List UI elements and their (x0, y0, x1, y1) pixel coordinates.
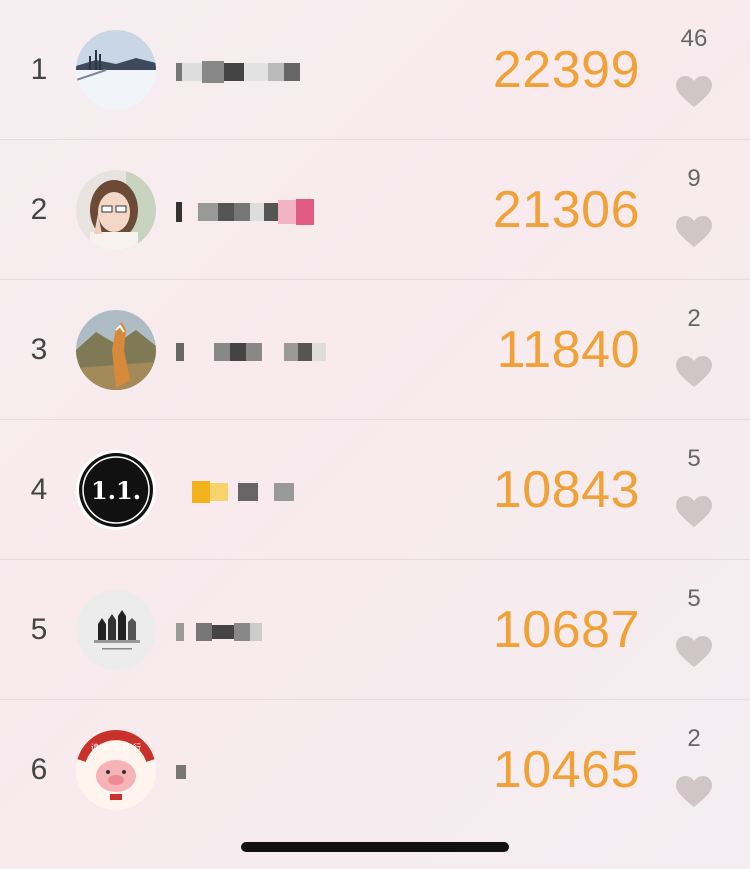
user-name-blurred (176, 614, 262, 650)
score-value: 10843 (492, 461, 640, 519)
list-item[interactable]: 5 10687 5 (0, 560, 750, 700)
avatar[interactable] (76, 590, 156, 670)
user-name-blurred (176, 334, 326, 370)
like-count: 5 (687, 585, 701, 612)
heart-icon[interactable] (676, 216, 712, 248)
avatar-banner-text: 读 事 喵 料 行 (91, 742, 141, 752)
heart-icon[interactable] (676, 496, 712, 528)
rank-number: 5 (30, 613, 48, 646)
score-value: 10687 (492, 601, 640, 659)
girl-selfie-avatar (76, 170, 156, 250)
like-count: 5 (687, 445, 701, 472)
rank-number: 3 (30, 333, 48, 366)
rank-number: 4 (30, 473, 48, 506)
heart-icon[interactable] (676, 76, 712, 108)
score-value: 21306 (492, 181, 640, 239)
avatar[interactable] (76, 310, 156, 390)
user-name-blurred (176, 54, 300, 90)
heart-icon[interactable] (676, 356, 712, 388)
rank-number: 2 (30, 193, 48, 226)
like-count: 46 (680, 25, 708, 52)
rank-number: 6 (30, 753, 48, 786)
avatar-logo-text: 1.1. (91, 476, 141, 505)
heart-icon[interactable] (676, 636, 712, 668)
avatar[interactable] (76, 170, 156, 250)
list-item[interactable]: 4 1.1. 10843 5 (0, 420, 750, 560)
user-name-blurred (176, 474, 294, 510)
score-value: 22399 (492, 41, 640, 99)
list-item[interactable]: 6 读 事 喵 料 行 10465 2 (0, 700, 750, 840)
like-count: 2 (687, 305, 701, 332)
user-name-blurred (176, 754, 186, 790)
heart-icon[interactable] (676, 776, 712, 808)
snow-landscape-avatar (76, 30, 156, 110)
like-count: 2 (687, 725, 701, 752)
score-value: 11840 (496, 321, 640, 379)
pig-cartoon-avatar: 读 事 喵 料 行 (76, 730, 156, 810)
avatar[interactable]: 读 事 喵 料 行 (76, 730, 156, 810)
user-name-blurred (176, 194, 314, 230)
cat-hills-avatar (76, 310, 156, 390)
list-item[interactable]: 3 11840 2 (0, 280, 750, 420)
1l-logo-avatar: 1.1. (76, 450, 156, 530)
chess-pieces-avatar (76, 590, 156, 670)
list-item[interactable]: 2 21306 9 (0, 140, 750, 280)
avatar[interactable]: 1.1. (76, 450, 156, 530)
home-indicator[interactable] (241, 842, 509, 852)
list-item[interactable]: 1 22399 46 (0, 0, 750, 140)
rank-number: 1 (30, 53, 48, 86)
avatar[interactable] (76, 30, 156, 110)
score-value: 10465 (492, 741, 640, 799)
like-count: 9 (687, 165, 701, 192)
